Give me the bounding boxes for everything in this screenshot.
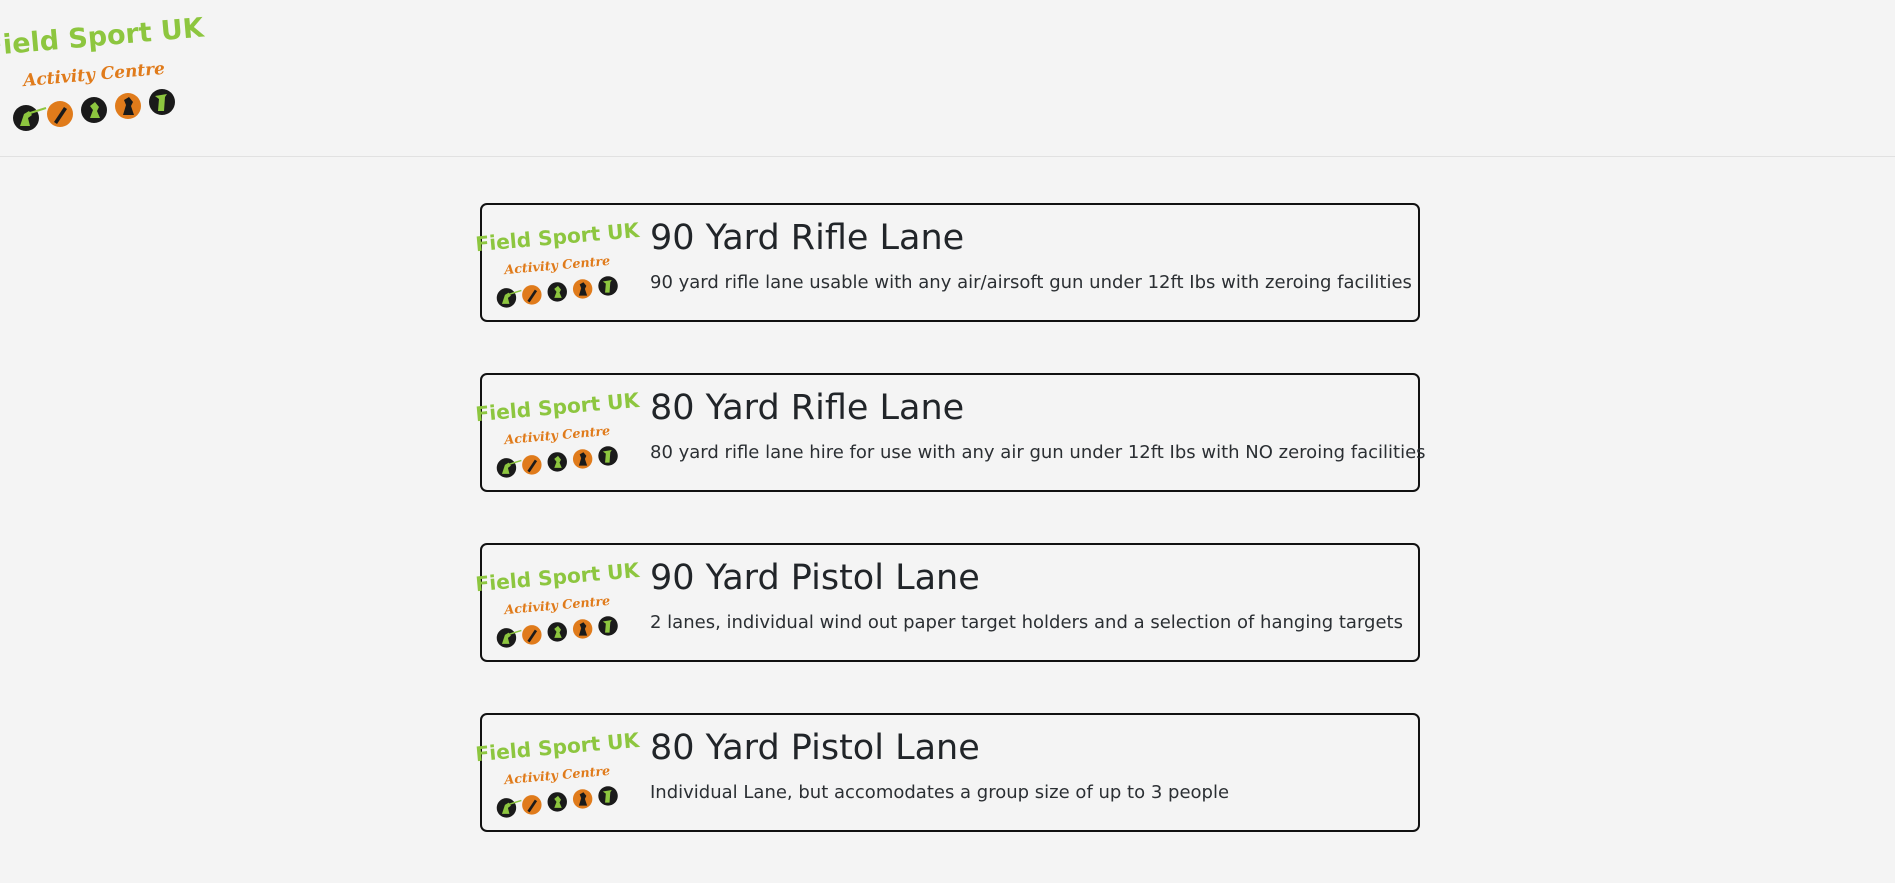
svg-text:Activity Centre: Activity Centre <box>503 423 611 447</box>
rifleman-icon <box>149 89 175 115</box>
lane-card-90-yard-rifle[interactable]: Field Sport UK Activity Centre 90 Yard R… <box>475 203 1420 322</box>
lane-description: 2 lanes, individual wind out paper targe… <box>650 612 1403 633</box>
svg-text:Field Sport UK: Field Sport UK <box>475 728 642 766</box>
lane-title: 90 Yard Rifle Lane <box>650 218 965 258</box>
svg-text:Field Sport UK: Field Sport UK <box>475 388 642 426</box>
lane-logo: Field Sport UK Activity Centre <box>475 388 641 478</box>
shooter-icon <box>13 105 47 131</box>
svg-text:Field Sport UK: Field Sport UK <box>475 218 642 256</box>
lane-title: 80 Yard Pistol Lane <box>650 728 980 768</box>
svg-text:Activity Centre: Activity Centre <box>503 763 611 787</box>
svg-text:Activity Centre: Activity Centre <box>503 253 611 277</box>
svg-text:Field Sport UK: Field Sport UK <box>475 558 642 596</box>
lane-card-80-yard-pistol[interactable]: Field Sport UK Activity Centre 80 Yard P… <box>475 713 1420 832</box>
lane-title: 80 Yard Rifle Lane <box>650 388 965 428</box>
site-header: Field Sport UK Activity Centre <box>0 0 1895 157</box>
lane-description: 90 yard rifle lane usable with any air/a… <box>650 272 1412 293</box>
lane-card-90-yard-pistol[interactable]: Field Sport UK Activity Centre 90 Yard P… <box>475 543 1420 662</box>
lane-logo: Field Sport UK Activity Centre <box>475 728 641 818</box>
lane-title: 90 Yard Pistol Lane <box>650 558 980 598</box>
lane-description: Individual Lane, but accomodates a group… <box>650 782 1230 803</box>
svg-text:Activity Centre: Activity Centre <box>503 593 611 617</box>
lane-description: 80 yard rifle lane hire for use with any… <box>650 442 1426 463</box>
runner-icon <box>81 97 107 123</box>
lane-card-80-yard-rifle[interactable]: Field Sport UK Activity Centre 80 Yard R… <box>475 373 1426 492</box>
lane-list: Field Sport UK Activity Centre 90 Yard R… <box>475 203 1426 883</box>
lane-logo: Field Sport UK Activity Centre <box>475 218 641 308</box>
axe-icon <box>47 101 73 127</box>
archer-icon <box>115 93 141 119</box>
logo-subtitle: Activity Centre <box>20 59 166 92</box>
logo-title: Field Sport UK <box>0 12 206 62</box>
logo[interactable]: Field Sport UK Activity Centre <box>0 12 206 138</box>
lane-logo: Field Sport UK Activity Centre <box>475 558 641 648</box>
